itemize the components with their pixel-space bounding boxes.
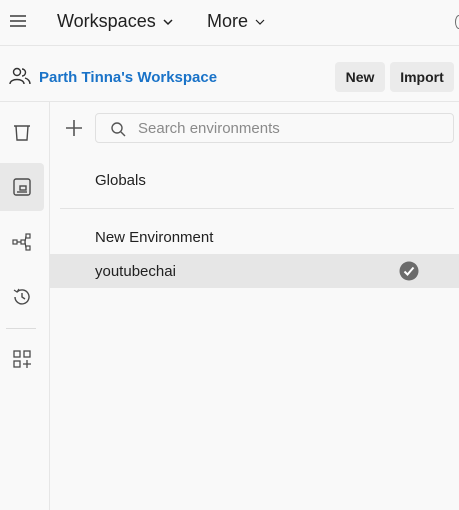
sidebar (0, 102, 50, 510)
environments-panel: Globals New Environment youtubechai (50, 102, 459, 510)
globals-label: Globals (95, 171, 146, 189)
workspaces-menu[interactable]: Workspaces (57, 11, 174, 32)
sidebar-divider (6, 328, 36, 329)
environments-icon (13, 178, 31, 196)
environment-item-new-environment[interactable]: New Environment (50, 220, 459, 254)
add-apps-icon (13, 350, 31, 368)
active-check-icon[interactable] (399, 261, 419, 281)
top-bar: Workspaces More (0, 0, 459, 46)
more-menu[interactable]: More (207, 11, 266, 32)
search-environments-input[interactable] (138, 118, 438, 138)
chevron-down-icon (255, 19, 265, 25)
search-icon (111, 122, 126, 137)
chevron-down-icon (163, 18, 173, 25)
sidebar-item-environments[interactable] (0, 163, 44, 211)
workspace-name-link[interactable]: Parth Tinna's Workspace (39, 69, 217, 86)
environment-label: youtubechai (95, 262, 176, 280)
workspace-header: Parth Tinna's Workspace New Import (0, 46, 459, 102)
globals-item[interactable]: Globals (50, 163, 459, 197)
import-button[interactable]: Import (390, 62, 454, 92)
new-button[interactable]: New (335, 62, 385, 92)
environment-item-youtubechai[interactable]: youtubechai (50, 254, 459, 288)
sidebar-item-add-apps[interactable] (0, 335, 44, 383)
hamburger-menu-icon[interactable] (10, 15, 26, 29)
history-icon (13, 288, 30, 305)
workspaces-menu-label: Workspaces (57, 11, 156, 31)
sidebar-item-history[interactable] (0, 273, 44, 321)
search-environments-field[interactable] (95, 113, 454, 143)
environment-label: New Environment (95, 228, 214, 246)
search-icon[interactable] (455, 15, 459, 29)
sidebar-item-collections[interactable] (0, 108, 44, 156)
more-menu-label: More (207, 11, 249, 31)
list-divider (60, 208, 454, 209)
sidebar-item-flows[interactable] (0, 218, 44, 266)
flows-icon (12, 233, 31, 251)
add-environment-plus-icon[interactable] (64, 118, 84, 138)
collections-icon (14, 125, 30, 141)
team-icon (9, 67, 31, 85)
